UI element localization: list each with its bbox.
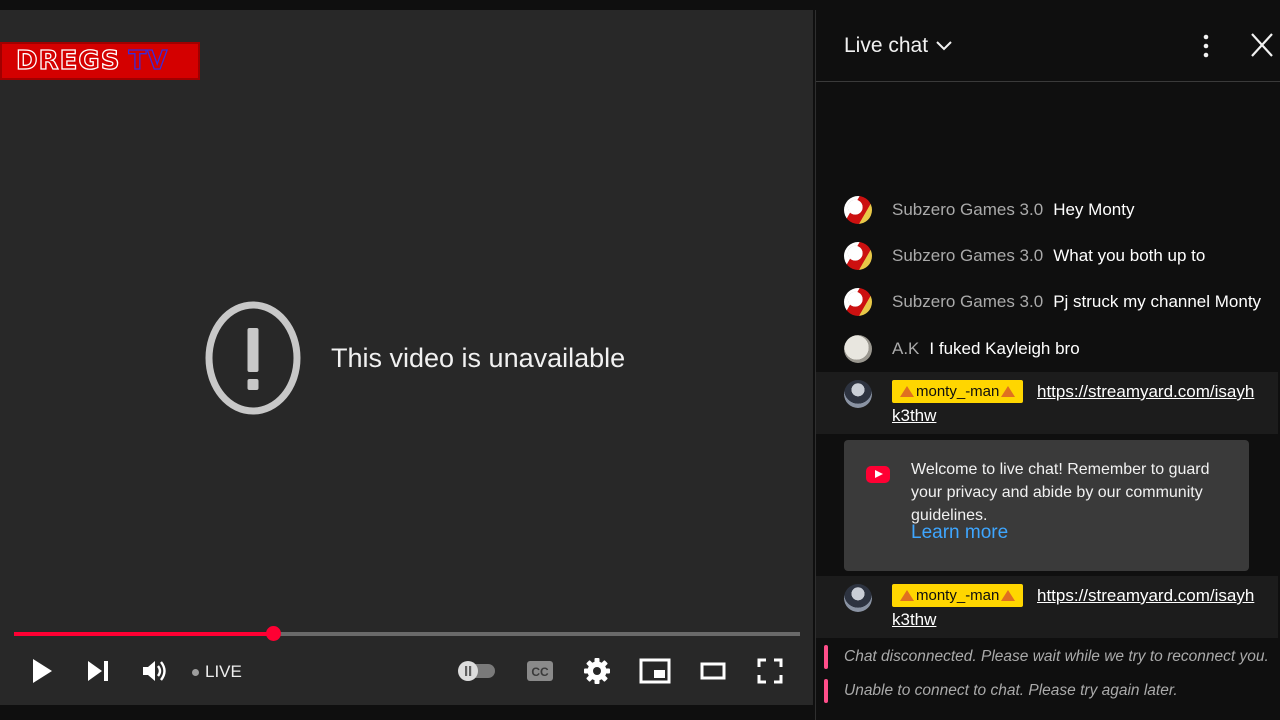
message-author: monty_-man — [916, 383, 1000, 400]
miniplayer-button[interactable] — [638, 655, 672, 687]
play-button[interactable] — [28, 655, 56, 687]
message-author[interactable]: A.K — [892, 335, 919, 363]
unavailable-text: This video is unavailable — [331, 342, 626, 373]
close-icon — [1251, 33, 1273, 57]
avatar[interactable] — [844, 242, 872, 270]
warning-cone-icon — [900, 590, 914, 601]
message-text: What you both up to — [1053, 246, 1206, 265]
captions-label: CC — [531, 665, 549, 679]
owner-chat-message[interactable]: monty_-man https://streamyard.com/isayh … — [816, 576, 1278, 638]
more-options-button[interactable] — [1202, 34, 1210, 63]
volume-icon — [143, 661, 166, 681]
youtube-logo-icon — [866, 466, 890, 483]
system-message-text: Chat disconnected. Please wait while we … — [844, 648, 1269, 665]
captions-button[interactable]: CC — [524, 655, 556, 687]
system-indicator-bar — [824, 679, 828, 703]
live-dot-icon — [192, 668, 199, 676]
message-author: monty_-man — [916, 587, 1000, 604]
close-chat-button[interactable] — [1250, 32, 1274, 63]
message-text: Hey Monty — [1053, 200, 1135, 219]
miniplayer-icon — [639, 658, 671, 684]
system-message: Unable to connect to chat. Please try ag… — [824, 679, 1178, 703]
live-indicator[interactable]: LIVE — [192, 662, 242, 682]
learn-more-link[interactable]: Learn more — [911, 522, 1008, 544]
chat-message[interactable]: Subzero Games 3.0 What you both up to — [844, 242, 1205, 270]
video-player[interactable]: DREGS TV This video is unavailable LIVE … — [0, 10, 813, 705]
progress-played — [14, 632, 274, 636]
chat-title: Live chat — [844, 34, 929, 57]
logo-suffix-text: TV — [128, 45, 169, 76]
avatar[interactable] — [844, 380, 872, 408]
theater-mode-button[interactable] — [696, 655, 730, 687]
owner-author-badge[interactable]: monty_-man — [892, 584, 1024, 607]
fullscreen-icon — [757, 658, 783, 684]
message-link-continued[interactable]: k3thw — [892, 404, 1252, 428]
message-author[interactable]: Subzero Games 3.0 — [892, 288, 1043, 316]
settings-button[interactable] — [582, 655, 612, 687]
progress-scrubber[interactable] — [266, 626, 282, 641]
progress-bar[interactable] — [14, 626, 800, 641]
theater-mode-icon — [700, 662, 726, 680]
welcome-banner: Welcome to live chat! Remember to guard … — [844, 440, 1249, 571]
chat-mode-dropdown[interactable]: Live chat — [844, 34, 952, 58]
fullscreen-button[interactable] — [754, 655, 786, 687]
welcome-text: Welcome to live chat! Remember to guard … — [911, 461, 1210, 524]
chat-header: Live chat — [816, 10, 1280, 82]
settings-icon — [584, 658, 610, 684]
captions-icon: CC — [527, 661, 553, 681]
live-label: LIVE — [205, 662, 242, 681]
next-button[interactable] — [84, 655, 112, 687]
autoplay-toggle-icon — [458, 661, 495, 681]
message-author[interactable]: Subzero Games 3.0 — [892, 196, 1043, 224]
next-icon — [88, 661, 108, 681]
warning-cone-icon — [1001, 386, 1016, 397]
message-link-continued[interactable]: k3thw — [892, 608, 1252, 632]
chat-message[interactable]: A.K I fuked Kayleigh bro — [844, 335, 1080, 363]
system-indicator-bar — [824, 645, 828, 669]
avatar[interactable] — [844, 288, 872, 316]
live-stream-page: DREGS TV This video is unavailable LIVE … — [0, 0, 1280, 720]
live-chat-panel: Live chat Subzero Games 3.0 Hey Monty Su… — [815, 10, 1280, 720]
owner-author-badge[interactable]: monty_-man — [892, 380, 1024, 403]
volume-button[interactable] — [140, 655, 170, 687]
chat-message[interactable]: Subzero Games 3.0 Hey Monty — [844, 196, 1134, 224]
warning-cone-icon — [1001, 590, 1016, 601]
avatar[interactable] — [844, 584, 872, 612]
owner-chat-message[interactable]: monty_-man https://streamyard.com/isayh … — [816, 372, 1278, 434]
message-author[interactable]: Subzero Games 3.0 — [892, 242, 1043, 270]
avatar[interactable] — [844, 196, 872, 224]
message-text: Pj struck my channel Monty — [1053, 292, 1262, 311]
system-message-text: Unable to connect to chat. Please try ag… — [844, 682, 1178, 699]
channel-logo: DREGS TV — [0, 42, 200, 80]
unavailable-message: This video is unavailable — [205, 300, 625, 416]
more-vertical-icon — [1203, 34, 1209, 58]
warning-cone-icon — [900, 386, 914, 397]
logo-main-text: DREGS — [15, 45, 121, 76]
message-text: I fuked Kayleigh bro — [929, 339, 1080, 358]
avatar[interactable] — [844, 335, 872, 363]
message-link[interactable]: https://streamyard.com/isayh — [1037, 584, 1254, 608]
play-icon — [33, 659, 52, 683]
alert-icon — [205, 301, 301, 415]
chevron-down-icon — [936, 41, 952, 51]
message-link[interactable]: https://streamyard.com/isayh — [1037, 380, 1254, 404]
system-message: Chat disconnected. Please wait while we … — [824, 645, 1269, 669]
autoplay-toggle[interactable] — [456, 655, 498, 687]
chat-message[interactable]: Subzero Games 3.0 Pj struck my channel M… — [844, 288, 1261, 316]
